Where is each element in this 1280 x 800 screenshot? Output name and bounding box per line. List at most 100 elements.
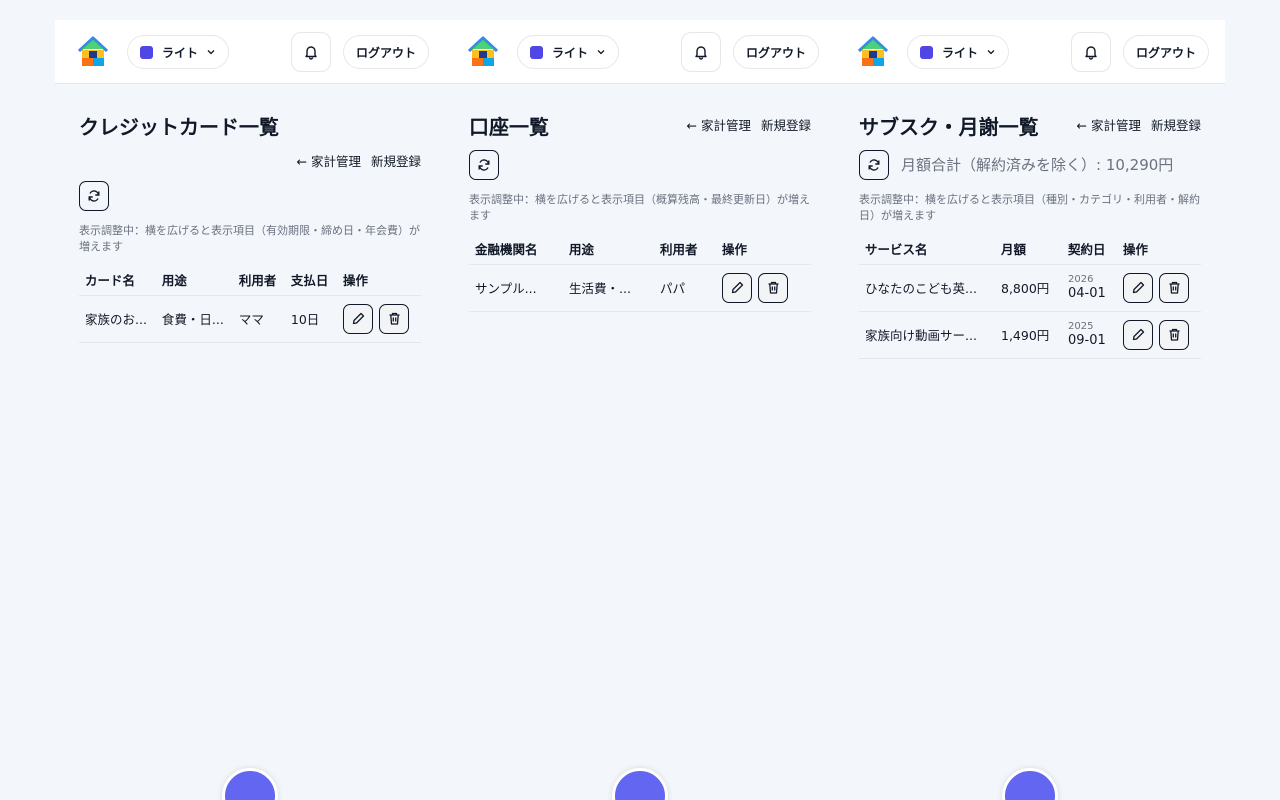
page-title: クレジットカード一覧: [79, 115, 279, 139]
app-header: ライト ログアウト: [445, 20, 835, 84]
page-title: 口座一覧: [469, 115, 549, 139]
bell-icon: [695, 46, 707, 60]
account-table: 金融機関名 用途 利用者 操作 サンプル... 生活費・... パパ: [469, 233, 811, 312]
user-cell: パパ: [654, 264, 716, 312]
delete-button[interactable]: [1159, 272, 1189, 303]
trash-icon: [1169, 281, 1179, 294]
contract-year: 2026: [1068, 273, 1094, 285]
refresh-button[interactable]: [79, 181, 109, 211]
credit-card-panel: ライト ログアウト クレジットカード一覧 ← 家計管理 新規登録 表示調整中：横を…: [55, 20, 445, 800]
fab-button[interactable]: [1002, 768, 1058, 800]
table-row: ひなたのこども英... 8,800円 2026 04-01: [859, 264, 1201, 312]
fab-button[interactable]: [612, 768, 668, 800]
edit-button[interactable]: [1123, 272, 1153, 303]
refresh-button[interactable]: [859, 150, 889, 180]
subscription-table: サービス名 月額 契約日 操作 ひなたのこども英... 8,800円 2026 …: [859, 233, 1201, 359]
actions-cell: [1117, 264, 1201, 312]
house-logo-icon[interactable]: [465, 34, 501, 70]
credit-card-table: カード名 用途 利用者 支払日 操作 家族のお... 食費・日... ママ 10…: [79, 264, 421, 343]
bank-name-cell: サンプル...: [469, 264, 563, 312]
column-header: 利用者: [232, 264, 285, 296]
actions-cell: [337, 295, 421, 343]
edit-button[interactable]: [1123, 319, 1153, 350]
app-header: ライト ログアウト: [835, 20, 1225, 84]
column-header: 用途: [563, 233, 654, 265]
chevron-down-icon: [987, 50, 995, 55]
pencil-icon: [352, 312, 364, 325]
bell-icon: [305, 46, 317, 60]
use-cell: 食費・日...: [155, 295, 233, 343]
app-header: ライト ログアウト: [55, 20, 445, 84]
display-note: 表示調整中：横を広げると表示項目（有効期限・締め日・年会費）が増えます: [79, 224, 420, 253]
notification-button[interactable]: [291, 32, 331, 72]
table-header-row: 金融機関名 用途 利用者 操作: [469, 233, 811, 265]
logout-button[interactable]: ログアウト: [343, 35, 429, 69]
notification-button[interactable]: [1071, 32, 1111, 72]
new-register-link[interactable]: 新規登録: [371, 151, 421, 170]
house-logo-icon[interactable]: [855, 34, 891, 70]
pay-day-cell: 10日: [284, 295, 337, 343]
logout-button[interactable]: ログアウト: [733, 35, 819, 69]
header-links: ← 家計管理 新規登録: [1076, 115, 1201, 134]
pencil-icon: [731, 281, 743, 294]
contract-month-day: 09-01: [1068, 332, 1106, 348]
service-name-cell: 家族向け動画サー...: [859, 311, 995, 359]
contract-date-cell: 2026 04-01: [1062, 264, 1117, 312]
column-header: 操作: [1117, 233, 1201, 265]
pencil-icon: [1132, 281, 1144, 294]
trash-icon: [768, 281, 778, 294]
table-header-row: サービス名 月額 契約日 操作: [859, 233, 1201, 265]
user-cell: ママ: [232, 295, 285, 343]
theme-switcher[interactable]: ライト: [517, 35, 619, 69]
actions-cell: [1117, 311, 1201, 359]
column-header: 用途: [155, 264, 233, 296]
monthly-total: 月額合計（解約済みを除く）: 10,290円: [901, 156, 1174, 174]
use-cell: 生活費・...: [563, 264, 654, 312]
column-header: 支払日: [284, 264, 337, 296]
page-title: サブスク・月謝一覧: [859, 115, 1039, 139]
pencil-icon: [1132, 328, 1144, 341]
column-header: 契約日: [1062, 233, 1117, 265]
arrow-left-icon: ←: [296, 154, 307, 169]
edit-button[interactable]: [722, 272, 752, 303]
column-header: サービス名: [859, 233, 995, 265]
back-link[interactable]: ← 家計管理: [296, 151, 361, 170]
chevron-down-icon: [207, 50, 215, 55]
theme-switcher[interactable]: ライト: [127, 35, 229, 69]
edit-button[interactable]: [343, 303, 373, 334]
table-row: サンプル... 生活費・... パパ: [469, 264, 811, 312]
column-header: 操作: [337, 264, 421, 296]
new-register-link[interactable]: 新規登録: [761, 115, 811, 134]
header-links: ← 家計管理 新規登録: [296, 151, 421, 170]
amount-cell: 1,490円: [995, 311, 1062, 359]
house-logo-icon[interactable]: [75, 34, 111, 70]
fab-button[interactable]: [222, 768, 278, 800]
logout-button[interactable]: ログアウト: [1123, 35, 1209, 69]
column-header: カード名: [79, 264, 156, 296]
theme-label: ライト: [552, 45, 589, 60]
delete-button[interactable]: [758, 272, 788, 303]
theme-color-swatch: [140, 45, 153, 59]
theme-color-swatch: [530, 45, 543, 59]
delete-button[interactable]: [1159, 319, 1189, 350]
notification-button[interactable]: [681, 32, 721, 72]
account-panel: ライト ログアウト 口座一覧 ← 家計管理 新規登録 表示調整中：横を広げると表示…: [445, 20, 835, 800]
actions-cell: [716, 264, 811, 312]
refresh-icon: [478, 159, 490, 171]
back-link[interactable]: ← 家計管理: [686, 115, 751, 134]
refresh-icon: [868, 159, 880, 171]
trash-icon: [389, 312, 399, 325]
subscription-panel: ライト ログアウト サブスク・月謝一覧 ← 家計管理 新規登録 月額合計（解約済み…: [835, 20, 1225, 800]
back-link[interactable]: ← 家計管理: [1076, 115, 1141, 134]
header-links: ← 家計管理 新規登録: [686, 115, 811, 134]
refresh-button[interactable]: [469, 150, 499, 180]
theme-label: ライト: [942, 45, 979, 60]
table-header-row: カード名 用途 利用者 支払日 操作: [79, 264, 421, 296]
delete-button[interactable]: [379, 303, 409, 334]
column-header: 利用者: [654, 233, 716, 265]
theme-color-swatch: [920, 45, 933, 59]
theme-switcher[interactable]: ライト: [907, 35, 1009, 69]
amount-cell: 8,800円: [995, 264, 1062, 312]
display-note: 表示調整中：横を広げると表示項目（概算残高・最終更新日）が増えます: [469, 193, 810, 222]
new-register-link[interactable]: 新規登録: [1151, 115, 1201, 134]
